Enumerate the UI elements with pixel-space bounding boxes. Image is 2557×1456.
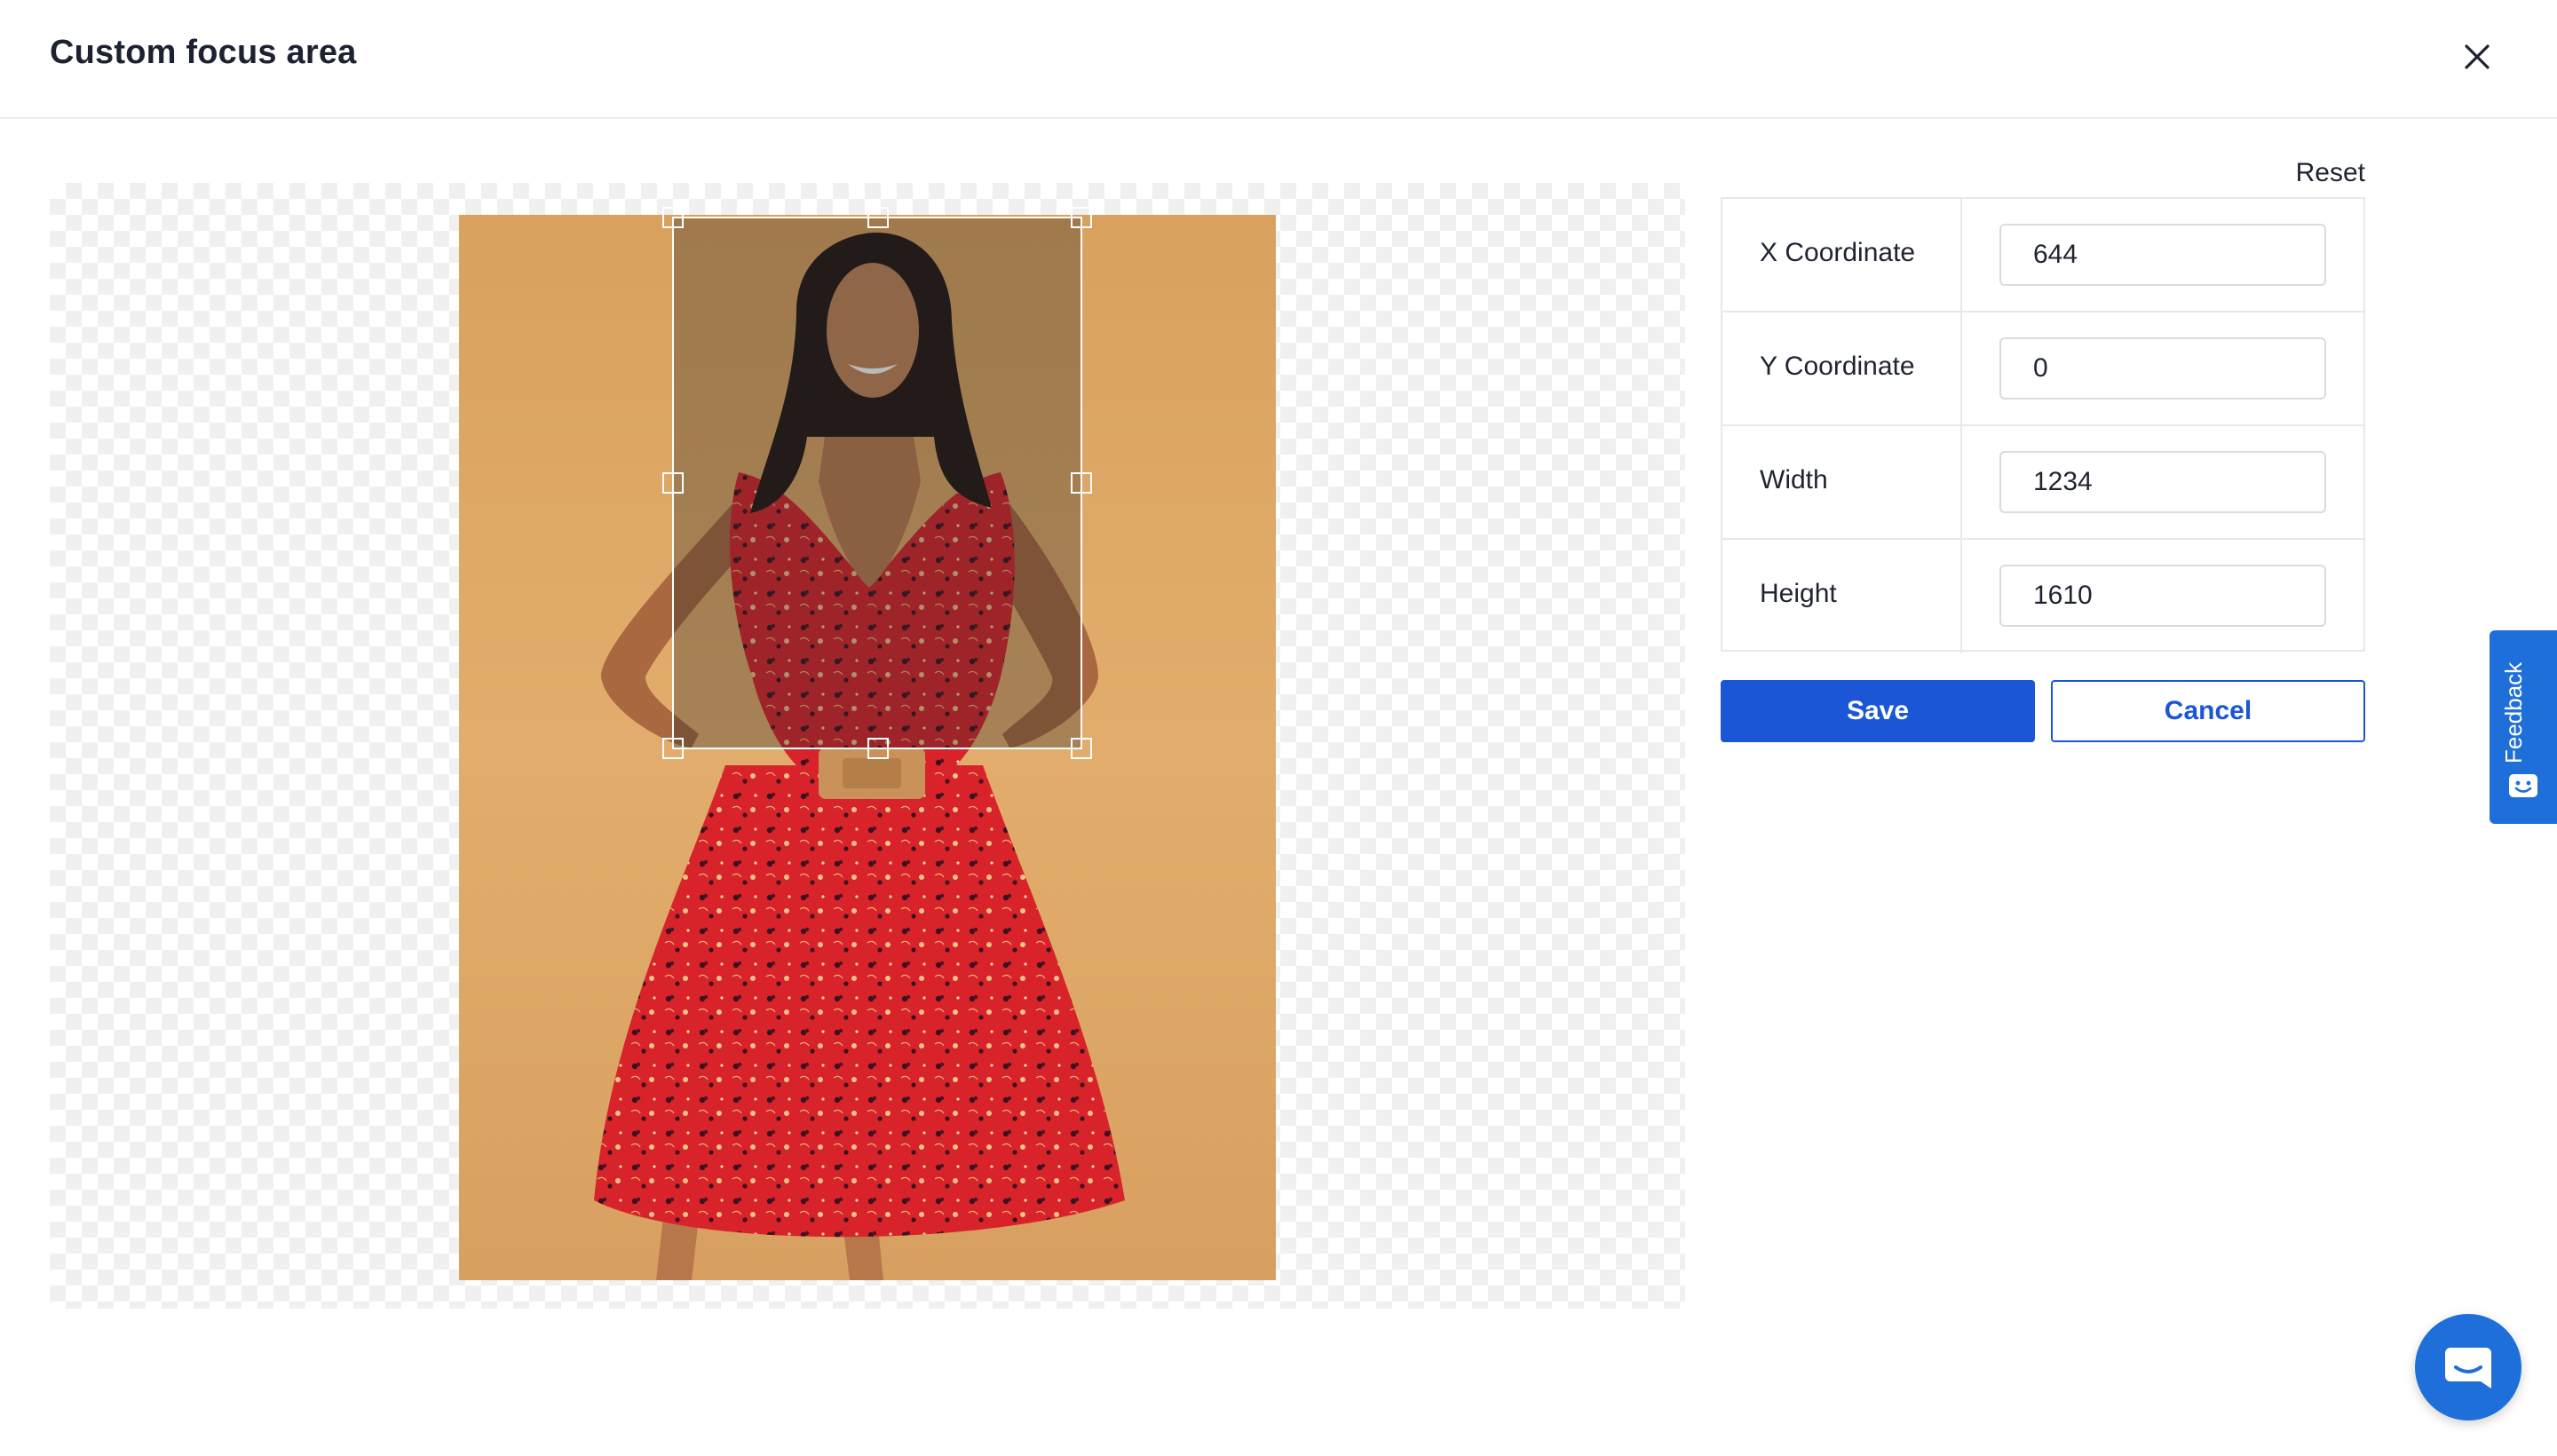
crop-handle-bottom-right[interactable] [1071,738,1092,759]
y-coordinate-label: Y Coordinate [1760,352,1915,381]
chat-launcher-button[interactable] [2415,1314,2521,1420]
chat-bubble-icon [2445,1348,2491,1389]
focus-crop-box[interactable] [662,207,1092,759]
height-label: Height [1760,579,1837,608]
x-coordinate-label: X Coordinate [1760,238,1916,267]
y-coordinate-input[interactable] [1999,337,2326,400]
field-row-y: Y Coordinate [1722,313,2363,426]
feedback-tab[interactable]: Feedback [2490,630,2557,824]
field-label-cell: Y Coordinate [1722,313,1962,424]
feedback-label: Feedback [2500,661,2527,764]
field-label-cell: Height [1722,540,1962,653]
crop-handle-top-right[interactable] [1071,207,1092,228]
crop-handle-bottom-left[interactable] [662,738,684,759]
width-input[interactable] [1999,451,2326,513]
field-row-width: Width [1722,426,2363,540]
field-label-cell: Width [1722,426,1962,538]
field-label-cell: X Coordinate [1722,199,1962,311]
dialog-header: Custom focus area [0,0,2557,119]
image-canvas[interactable] [50,183,1685,1309]
crop-handle-bottom-center[interactable] [867,738,889,759]
focus-area-fields: X Coordinate Y Coordinate Width Height [1721,197,2365,653]
crop-handle-top-left[interactable] [662,207,684,228]
feedback-smiley-icon [2509,774,2537,797]
field-row-height: Height [1722,540,2363,653]
dialog-title: Custom focus area [50,34,357,71]
width-label: Width [1760,465,1828,495]
cancel-button[interactable]: Cancel [2051,680,2365,742]
close-icon [2465,44,2490,69]
field-row-x: X Coordinate [1722,199,2363,313]
crop-handle-middle-right[interactable] [1071,472,1092,494]
height-input[interactable] [1999,565,2326,627]
save-button[interactable]: Save [1721,680,2035,742]
crop-handle-middle-left[interactable] [662,472,684,494]
x-coordinate-input[interactable] [1999,224,2326,286]
crop-handle-top-center[interactable] [867,207,889,228]
reset-link[interactable]: Reset [2291,158,2365,188]
close-button[interactable] [2456,36,2498,78]
